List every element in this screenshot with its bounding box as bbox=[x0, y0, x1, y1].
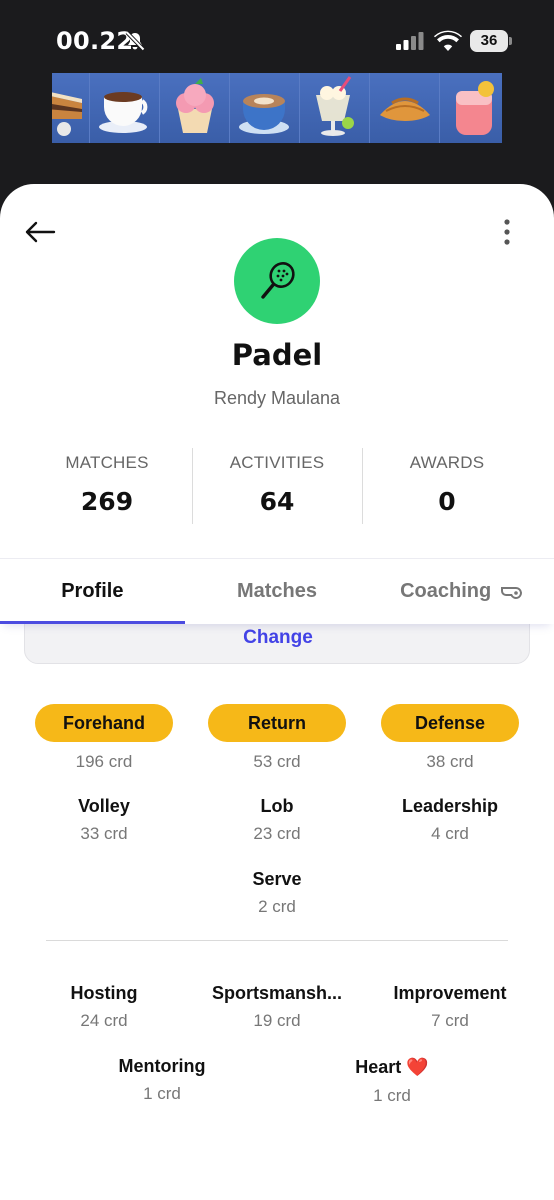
padel-racket-icon bbox=[261, 262, 295, 299]
sport-title: Padel bbox=[231, 338, 323, 372]
sport-avatar bbox=[234, 238, 320, 324]
skill-name: Serve bbox=[252, 869, 302, 889]
whistle-icon bbox=[501, 586, 523, 599]
cake-slice-icon bbox=[52, 73, 90, 143]
fruit-drink-icon bbox=[440, 73, 502, 143]
status-time: 00.22 bbox=[56, 27, 134, 55]
skill-count: 53 crd bbox=[253, 752, 301, 771]
stat-label: AWARDS bbox=[409, 453, 485, 472]
battery-tip bbox=[509, 37, 512, 45]
skill-pill-return: Return bbox=[208, 704, 346, 742]
wifi-icon bbox=[434, 30, 462, 51]
trait-count: 19 crd bbox=[253, 1011, 301, 1030]
section-divider bbox=[46, 940, 508, 941]
skill-count: 2 crd bbox=[258, 897, 296, 916]
trait-label: Heart bbox=[355, 1057, 402, 1077]
trait-count: 1 crd bbox=[143, 1084, 181, 1103]
cellular-signal-icon bbox=[396, 32, 424, 50]
stat-label: MATCHES bbox=[65, 453, 149, 472]
skill-name: Lob bbox=[260, 796, 294, 816]
trait-name-heart: Heart ❤️ bbox=[307, 1057, 477, 1078]
skill-count: 33 crd bbox=[80, 824, 128, 843]
heart-icon: ❤️ bbox=[406, 1057, 429, 1077]
stat-value: 64 bbox=[259, 487, 295, 516]
skill-name: Volley bbox=[78, 796, 130, 816]
skill-count: 23 crd bbox=[253, 824, 301, 843]
skill-count: 196 crd bbox=[75, 752, 133, 771]
parfait-icon bbox=[300, 73, 370, 143]
stat-value: 269 bbox=[80, 487, 134, 516]
tab-label: Matches bbox=[236, 580, 318, 602]
cupcake-icon bbox=[160, 73, 230, 143]
battery-indicator: 36 bbox=[470, 30, 508, 52]
trait-name: Sportsmansh... bbox=[211, 983, 343, 1003]
stat-matches[interactable]: MATCHES 269 bbox=[22, 448, 192, 524]
tab-label: Profile bbox=[61, 580, 124, 602]
stats-row: MATCHES 269 ACTIVITIES 64 AWARDS 0 bbox=[22, 448, 532, 524]
more-options-icon[interactable] bbox=[496, 218, 518, 248]
tab-matches[interactable]: Matches bbox=[185, 559, 370, 624]
tab-coaching[interactable]: Coaching bbox=[369, 559, 554, 624]
coffee-cup-icon bbox=[90, 73, 160, 143]
stat-value: 0 bbox=[438, 487, 456, 516]
trait-name: Mentoring bbox=[118, 1056, 206, 1076]
tab-label: Coaching bbox=[400, 580, 492, 602]
skill-count: 4 crd bbox=[431, 824, 469, 843]
ad-banner[interactable] bbox=[52, 73, 502, 143]
change-link[interactable]: Change bbox=[25, 627, 531, 649]
user-name: Rendy Maulana bbox=[213, 388, 341, 408]
skill-count: 38 crd bbox=[426, 752, 474, 771]
tab-profile[interactable]: Profile bbox=[0, 559, 185, 624]
trait-count: 1 crd bbox=[373, 1086, 411, 1105]
stat-awards[interactable]: AWARDS 0 bbox=[362, 448, 532, 524]
skill-pill-defense: Defense bbox=[381, 704, 519, 742]
trait-count: 24 crd bbox=[80, 1011, 128, 1030]
profile-tabs: Profile Matches Coaching bbox=[0, 558, 554, 624]
trait-name: Hosting bbox=[70, 983, 138, 1003]
skill-pill-forehand: Forehand bbox=[35, 704, 173, 742]
trait-name: Improvement bbox=[393, 983, 507, 1003]
back-arrow-icon[interactable] bbox=[22, 218, 58, 246]
latte-icon bbox=[230, 73, 300, 143]
stat-activities[interactable]: ACTIVITIES 64 bbox=[192, 448, 362, 524]
profile-sheet: Padel Rendy Maulana MATCHES 269 ACTIVITI… bbox=[0, 184, 554, 1200]
status-bar: 00.22 36 bbox=[0, 0, 554, 70]
croissant-icon bbox=[370, 73, 440, 143]
stat-label: ACTIVITIES bbox=[229, 453, 325, 472]
trait-count: 7 crd bbox=[431, 1011, 469, 1030]
skill-name: Leadership bbox=[401, 796, 499, 816]
bell-off-icon bbox=[125, 31, 145, 51]
